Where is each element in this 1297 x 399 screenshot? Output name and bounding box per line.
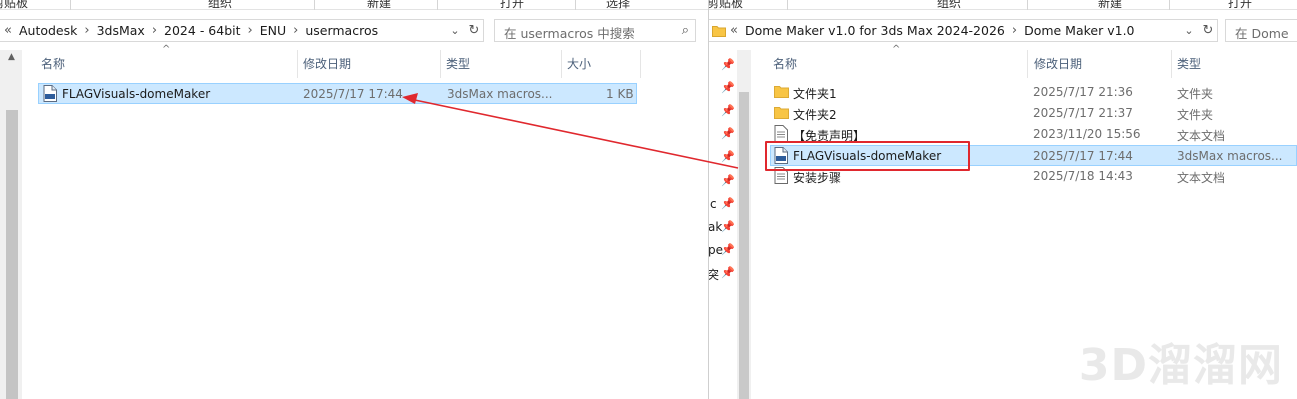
file-size: 1 KB [606, 87, 634, 101]
overflow-chevron-icon[interactable]: « [726, 23, 742, 38]
address-bar[interactable]: « Autodesk › 3dsMax › 2024 - 64bit › ENU… [0, 19, 484, 42]
text-file-icon [774, 125, 788, 142]
sort-ascending-icon: ^ [162, 44, 171, 55]
file-date: 2023/11/20 15:56 [1033, 127, 1141, 141]
breadcrumb-item[interactable]: usermacros [302, 23, 381, 38]
file-row[interactable]: 文件夹2 2025/7/17 21:37 文件夹 [770, 103, 1297, 124]
breadcrumb: « Autodesk › 3dsMax › 2024 - 64bit › ENU… [0, 20, 381, 41]
file-date: 2025/7/17 17:44 [1033, 149, 1133, 163]
file-type: 3dsMax macros... [447, 87, 553, 101]
quick-access-pane: 📌 📌 📌 📌 📌 📌 📌 📌 📌 📌 c ak pe 突 [709, 50, 737, 399]
scroll-thumb[interactable] [739, 92, 749, 399]
column-type[interactable]: 类型 [446, 55, 470, 77]
file-date: 2025/7/17 21:36 [1033, 85, 1133, 99]
ribbon-clipboard[interactable]: 剪贴板 [0, 0, 28, 11]
ribbon-organize[interactable]: 组织 [208, 0, 232, 11]
ribbon-clipboard[interactable]: 剪贴板 [709, 0, 743, 11]
ribbon-organize[interactable]: 组织 [937, 0, 961, 11]
nav-item-fragment[interactable]: c [710, 197, 717, 211]
column-name[interactable]: 名称 [773, 55, 797, 77]
nav-item-fragment[interactable]: ak [709, 220, 722, 234]
file-type: 3dsMax macros... [1177, 149, 1283, 163]
file-name: 安装步骤 [793, 171, 842, 185]
chevron-right-icon[interactable]: › [244, 23, 257, 38]
file-name: FLAGVisuals-domeMaker [62, 87, 211, 101]
left-explorer-window: 剪贴板 组织 新建 打开 选择 « Autodesk › 3dsMax › 20… [0, 0, 709, 399]
ribbon-open[interactable]: 打开 [1228, 0, 1252, 11]
pin-icon[interactable]: 📌 [721, 174, 735, 187]
search-input[interactable]: 在 usermacros 中搜索 ⌕ [494, 19, 696, 42]
file-type: 文本文档 [1177, 129, 1226, 143]
ribbon-new[interactable]: 新建 [1098, 0, 1122, 11]
refresh-icon[interactable]: ↻ [1199, 20, 1217, 41]
search-input[interactable]: 在 Dome [1225, 19, 1297, 42]
ribbon-new[interactable]: 新建 [367, 0, 391, 11]
file-type: 文件夹 [1177, 108, 1214, 122]
overflow-chevron-icon[interactable]: « [0, 23, 16, 38]
ribbon-group-labels: 剪贴板 组织 新建 打开 选择 [0, 0, 709, 10]
folder-icon [774, 86, 789, 98]
chevron-right-icon[interactable]: › [1008, 23, 1021, 38]
macro-file-icon [43, 85, 57, 102]
refresh-icon[interactable]: ↻ [465, 20, 483, 41]
column-size[interactable]: 大小 [567, 55, 591, 77]
pin-icon[interactable]: 📌 [721, 81, 735, 94]
breadcrumb-item[interactable]: ENU [257, 23, 289, 38]
pin-icon[interactable]: 📌 [721, 266, 735, 279]
breadcrumb-item[interactable]: 3dsMax [94, 23, 148, 38]
file-date: 2025/7/17 21:37 [1033, 106, 1133, 120]
watermark-logo: 3D溜溜网 [1078, 340, 1283, 391]
chevron-right-icon[interactable]: › [289, 23, 302, 38]
file-type: 文件夹 [1177, 87, 1214, 101]
search-icon: ⌕ [681, 23, 689, 38]
file-row[interactable]: 文件夹1 2025/7/17 21:36 文件夹 [770, 82, 1297, 103]
chevron-right-icon[interactable]: › [80, 23, 93, 38]
search-placeholder: 在 Dome [1235, 26, 1289, 41]
ribbon-group-labels: 剪贴板 组织 新建 打开 [709, 0, 1297, 10]
pin-icon[interactable]: 📌 [721, 104, 735, 117]
breadcrumb-item[interactable]: Dome Maker v1.0 for 3ds Max 2024-2026 [742, 23, 1008, 38]
pin-icon[interactable]: 📌 [721, 127, 735, 140]
nav-item-fragment[interactable]: 突 [709, 266, 719, 283]
file-name: 文件夹2 [793, 108, 837, 122]
file-name: 文件夹1 [793, 87, 837, 101]
ribbon-open[interactable]: 打开 [500, 0, 524, 11]
pin-icon[interactable]: 📌 [721, 150, 735, 163]
chevron-down-icon[interactable]: ⌄ [1181, 20, 1197, 41]
pin-icon[interactable]: 📌 [721, 58, 735, 71]
ribbon-select[interactable]: 选择 [606, 0, 630, 11]
breadcrumb: « Dome Maker v1.0 for 3ds Max 2024-2026 … [709, 20, 1138, 41]
chevron-right-icon[interactable]: › [148, 23, 161, 38]
folder-icon [712, 25, 726, 37]
nav-item-fragment[interactable]: pe [709, 243, 723, 257]
breadcrumb-item[interactable]: Dome Maker v1.0 [1021, 23, 1137, 38]
file-date: 2025/7/17 17:44 [303, 87, 403, 101]
pin-icon[interactable]: 📌 [721, 243, 735, 256]
file-row[interactable]: FLAGVisuals-domeMaker 2025/7/17 17:44 3d… [38, 83, 637, 104]
file-date: 2025/7/18 14:43 [1033, 169, 1133, 183]
column-date[interactable]: 修改日期 [1034, 55, 1082, 77]
breadcrumb-item[interactable]: 2024 - 64bit [161, 23, 243, 38]
scroll-up-arrow-icon[interactable]: ▲ [8, 52, 15, 62]
breadcrumb-item[interactable]: Autodesk [16, 23, 80, 38]
column-type[interactable]: 类型 [1177, 55, 1201, 77]
pin-icon[interactable]: 📌 [721, 197, 735, 210]
file-type: 文本文档 [1177, 171, 1226, 185]
column-date[interactable]: 修改日期 [303, 55, 351, 77]
pin-icon[interactable]: 📌 [721, 220, 735, 233]
address-bar[interactable]: « Dome Maker v1.0 for 3ds Max 2024-2026 … [709, 19, 1218, 42]
chevron-down-icon[interactable]: ⌄ [447, 20, 463, 41]
sort-ascending-icon: ^ [892, 44, 901, 55]
annotation-highlight-box [765, 141, 970, 171]
search-placeholder: 在 usermacros 中搜索 [504, 26, 635, 41]
column-name[interactable]: 名称 [41, 55, 65, 77]
scroll-thumb[interactable] [6, 110, 18, 399]
folder-icon [774, 107, 789, 119]
